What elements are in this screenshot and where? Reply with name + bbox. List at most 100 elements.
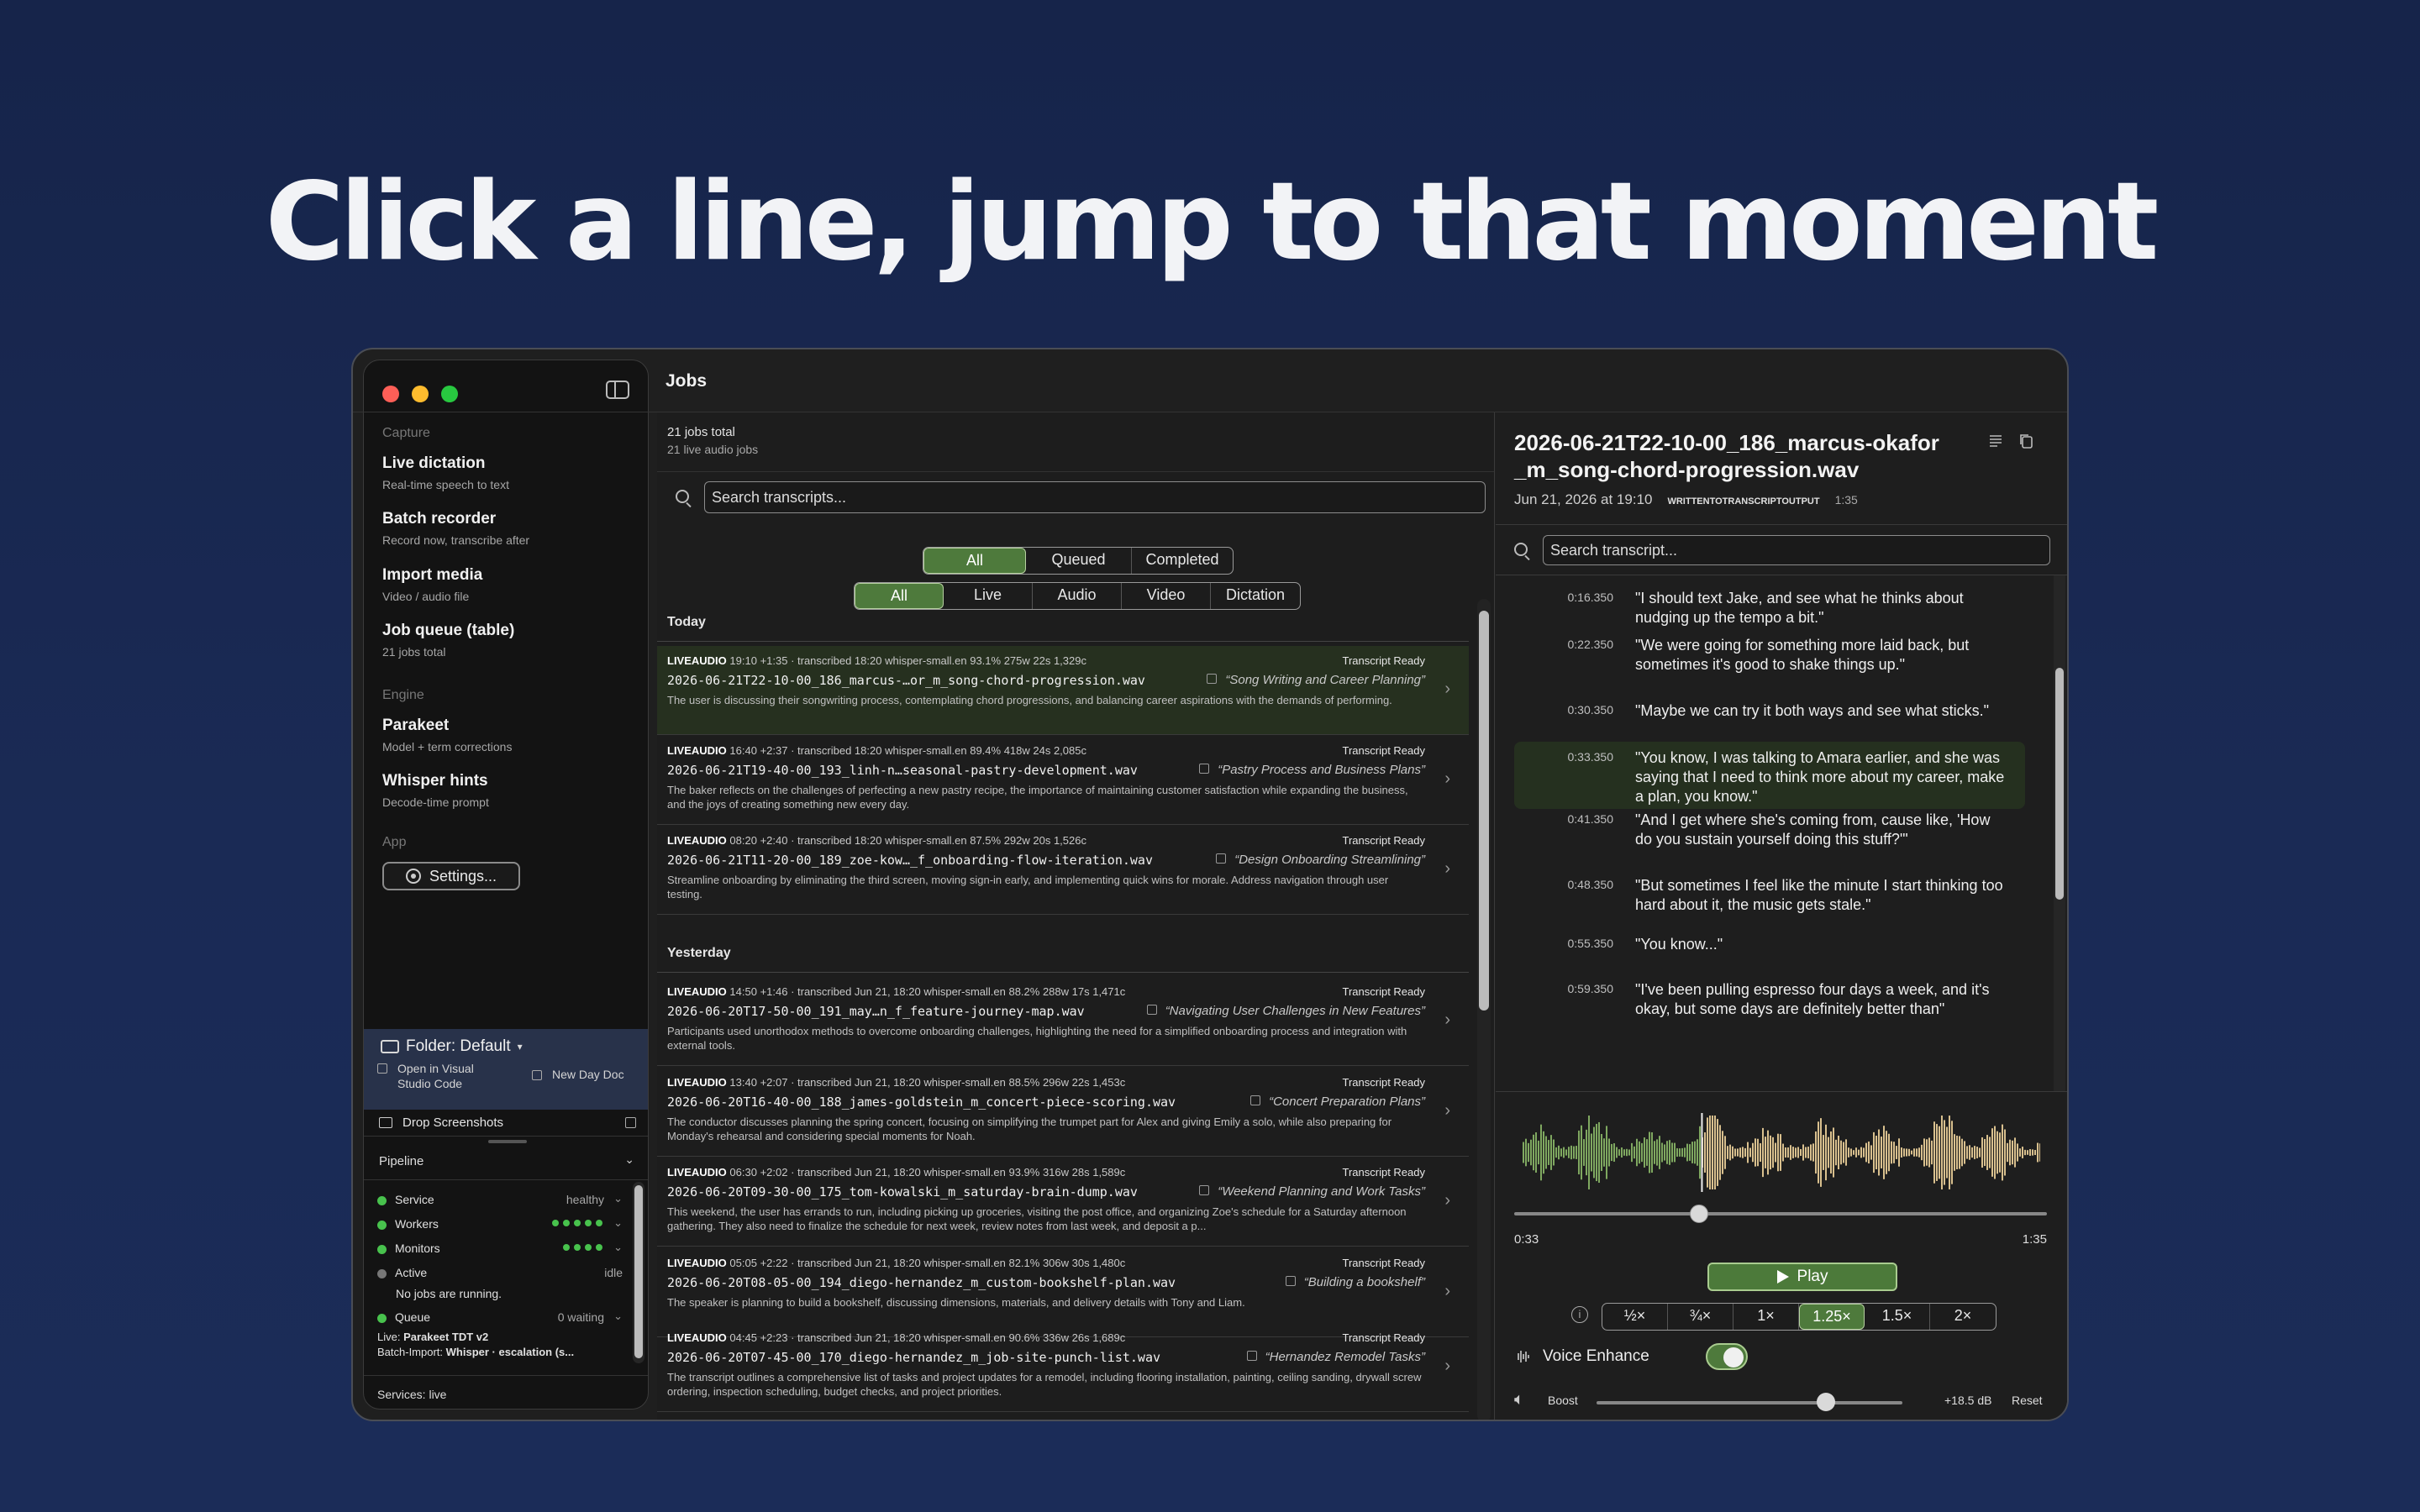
info-icon[interactable]: i [1571,1306,1588,1323]
speed-option[interactable]: ½× [1602,1304,1668,1330]
transcript-line[interactable]: 0:48.350 "But sometimes I feel like the m… [1514,869,2025,915]
copy-icon[interactable] [2018,433,2033,449]
line-timestamp: 0:16.350 [1567,591,1614,604]
app-window: Capture Live dictation Real-time speech … [351,348,2069,1421]
filter-type-live[interactable]: Live [944,583,1033,609]
speed-option[interactable]: 1.25× [1799,1304,1865,1330]
pipeline-row-service[interactable]: Service healthy ⌄ [377,1192,626,1206]
zoom-window-button[interactable] [441,386,458,402]
pipeline-row-queue[interactable]: Queue 0 waiting ⌄ [377,1310,626,1324]
nav-subtitle: Decode-time prompt [382,795,489,809]
headline: Click a line, jump to that moment [265,160,2160,285]
row-value: 0 waiting [557,1310,604,1324]
transcript-line[interactable]: 0:59.350 "I've been pulling espresso four… [1514,974,2025,1024]
job-status: Transcript Ready [1342,654,1426,667]
list-icon[interactable] [1988,433,2003,449]
sidebar-toggle-icon[interactable] [606,381,629,399]
job-row[interactable]: LIVEAUDIO 16:40 +2:37 · transcribed 18:2… [657,736,1469,825]
voice-enhance-toggle[interactable] [1706,1343,1748,1370]
pipeline-header[interactable]: Pipeline ⌄ [379,1152,636,1168]
pipeline-scrollbar[interactable] [633,1182,644,1363]
chevron-right-icon: › [1444,769,1450,788]
play-label: Play [1797,1268,1828,1285]
search-transcripts-input[interactable]: Search transcripts... [704,481,1486,513]
job-row[interactable]: LIVEAUDIO 06:30 +2:02 · transcribed Jun … [657,1158,1469,1247]
pipeline-title: Pipeline [379,1154,424,1168]
pipeline-row-active: Active idle [377,1266,626,1279]
transcript-line[interactable]: 0:41.350 "And I get where she's coming fr… [1514,804,2025,849]
pipeline-row-workers[interactable]: Workers ⌄ [377,1216,626,1231]
job-row[interactable]: LIVEAUDIO 04:45 +2:23 · transcribed Jun … [657,1323,1469,1412]
job-filename: 2026-06-21T22-10-00_186_marcus-…or_m_son… [667,673,1145,688]
nav-subtitle: Record now, transcribe after [382,533,530,547]
speed-option[interactable]: 1× [1733,1304,1799,1330]
folder-label: Folder: Default [406,1037,511,1055]
jobs-scrollbar-thumb[interactable] [1479,611,1489,1011]
job-topic: “Concert Preparation Plans” [1250,1095,1425,1109]
filter-status-all[interactable]: All [923,548,1026,574]
transcript-line[interactable]: 0:33.350 "You know, I was talking to Amar… [1514,742,2025,809]
nav-title: Whisper hints [382,772,488,790]
row-value: Parakeet TDT v2 [403,1331,489,1343]
transcript-line[interactable]: 0:30.350 "Maybe we can try it both ways a… [1514,695,2025,735]
job-summary: Streamline onboarding by eliminating the… [667,874,1389,900]
sidebar-item-parakeet[interactable]: Parakeet Model + term corrections [382,717,634,753]
job-filename: 2026-06-21T11-20-00_189_zoe-kow…_f_onboa… [667,853,1153,868]
speed-option[interactable]: 2× [1930,1304,1996,1330]
folder-dropdown[interactable]: Folder: Default ▾ [381,1037,523,1056]
settings-button[interactable]: Settings... [382,862,520,890]
boost-reset-button[interactable]: Reset [2012,1394,2043,1407]
sidebar-item-batch-recorder[interactable]: Batch recorder Record now, transcribe af… [382,510,634,547]
job-row[interactable]: LIVEAUDIO 19:10 +1:35 · transcribed 18:2… [657,646,1469,735]
line-text: "We were going for something more laid b… [1635,637,1970,673]
resize-handle[interactable] [488,1140,527,1143]
section-capture: Capture [382,426,430,440]
filter-type-all[interactable]: All [855,583,944,609]
close-window-button[interactable] [382,386,399,402]
chevron-down-icon: ⌄ [624,1152,634,1166]
sidebar-item-job-queue[interactable]: Job queue (table) 21 jobs total [382,622,634,659]
transcript-scrollbar[interactable] [2054,575,2065,1091]
image-icon [379,1117,392,1128]
pipeline-row-monitors[interactable]: Monitors ⌄ [377,1241,626,1255]
boost-slider[interactable] [1597,1401,1902,1404]
job-status: Transcript Ready [1342,985,1426,998]
line-timestamp: 0:41.350 [1567,812,1614,826]
sidebar-item-whisper-hints[interactable]: Whisper hints Decode-time prompt [382,772,634,809]
filter-status-completed[interactable]: Completed [1132,548,1233,574]
job-row[interactable]: LIVEAUDIO 14:50 +1:46 · transcribed Jun … [657,977,1469,1066]
batch-engine-row: Batch-Import: Whisper · escalation (s... [377,1346,626,1358]
filter-type-audio[interactable]: Audio [1033,583,1122,609]
speed-option[interactable]: 1.5× [1865,1304,1930,1330]
job-row[interactable]: LIVEAUDIO 13:40 +2:07 · transcribed Jun … [657,1068,1469,1157]
drop-screenshots-row[interactable]: Drop Screenshots [364,1110,648,1137]
play-button[interactable]: Play [1707,1263,1897,1291]
chevron-right-icon: › [1444,1191,1450,1210]
transcript-line[interactable]: 0:22.350 "We were going for something mor… [1514,629,2025,690]
sidebar-item-live-dictation[interactable]: Live dictation Real-time speech to text [382,454,634,491]
section-engine: Engine [382,688,424,702]
monitor-dots [563,1244,602,1251]
job-row[interactable]: LIVEAUDIO 08:20 +2:40 · transcribed 18:2… [657,826,1469,915]
audio-waveform[interactable] [1521,1113,2040,1192]
search-transcript-input[interactable]: Search transcript... [1543,535,2050,565]
job-meta: LIVEAUDIO 06:30 +2:02 · transcribed Jun … [667,1166,1126,1179]
job-topic: “Design Onboarding Streamlining” [1216,853,1425,867]
transcript-line[interactable]: 0:16.350 "I should text Jake, and see wha… [1514,582,2025,626]
transcript-line[interactable]: 0:55.350 "You know..." [1514,928,2025,962]
filter-type-dictation[interactable]: Dictation [1211,583,1300,609]
line-text: "You know..." [1635,936,1723,953]
detail-meta: Jun 21, 2026 at 19:10 WRITTENTOTRANSCRIP… [1514,491,1858,508]
filter-status-queued[interactable]: Queued [1026,548,1132,574]
sidebar-item-import-media[interactable]: Import media Video / audio file [382,566,634,603]
open-in-vscode-link[interactable]: Open in Visual Studio Code [377,1061,507,1091]
open-folder-icon[interactable] [625,1117,636,1128]
filter-type-video[interactable]: Video [1122,583,1211,609]
status-dot-icon [377,1195,387,1205]
scrubber-knob[interactable] [1689,1205,1708,1223]
playback-scrubber[interactable] [1514,1212,2047,1215]
speed-option[interactable]: ¾× [1668,1304,1733,1330]
new-day-doc-link[interactable]: New Day Doc [532,1068,624,1081]
boost-slider-knob[interactable] [1817,1393,1835,1411]
minimize-window-button[interactable] [412,386,429,402]
